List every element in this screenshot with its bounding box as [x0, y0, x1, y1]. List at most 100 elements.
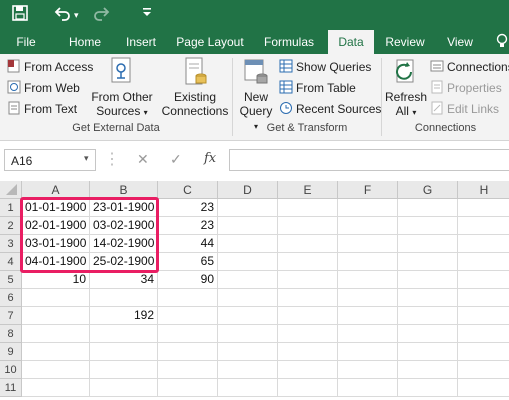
cell-c11[interactable] — [158, 379, 218, 397]
cell-f6[interactable] — [338, 289, 398, 307]
cell-c1[interactable]: 23 — [158, 199, 218, 217]
cell-d7[interactable] — [218, 307, 278, 325]
tab-view[interactable]: View — [438, 30, 482, 54]
connections-button[interactable]: Connections — [430, 58, 509, 76]
cell-g10[interactable] — [398, 361, 458, 379]
row-header[interactable]: 9 — [0, 343, 22, 361]
cell-h3[interactable] — [458, 235, 509, 253]
cell-e9[interactable] — [278, 343, 338, 361]
row-header[interactable]: 2 — [0, 217, 22, 235]
cell-e7[interactable] — [278, 307, 338, 325]
recent-sources-button[interactable]: Recent Sources — [279, 100, 381, 118]
cell-f10[interactable] — [338, 361, 398, 379]
insert-function-icon[interactable]: fx — [204, 151, 216, 166]
cell-f8[interactable] — [338, 325, 398, 343]
cell-h2[interactable] — [458, 217, 509, 235]
enter-icon[interactable]: ✓ — [170, 151, 182, 168]
cell-c4[interactable]: 65 — [158, 253, 218, 271]
column-header-g[interactable]: G — [398, 181, 458, 199]
from-web-button[interactable]: From Web — [7, 79, 80, 97]
tab-review[interactable]: Review — [380, 30, 430, 54]
formula-input[interactable] — [229, 149, 509, 171]
row-header[interactable]: 3 — [0, 235, 22, 253]
undo-icon[interactable] — [54, 5, 72, 27]
cell-d11[interactable] — [218, 379, 278, 397]
cell-c2[interactable]: 23 — [158, 217, 218, 235]
existing-connections-button[interactable]: Existing Connections — [160, 56, 230, 118]
cell-a7[interactable] — [22, 307, 90, 325]
cell-h9[interactable] — [458, 343, 509, 361]
tab-home[interactable]: Home — [62, 30, 108, 54]
row-header[interactable]: 1 — [0, 199, 22, 217]
cell-e2[interactable] — [278, 217, 338, 235]
cell-g7[interactable] — [398, 307, 458, 325]
cell-e10[interactable] — [278, 361, 338, 379]
tab-data[interactable]: Data — [328, 30, 374, 54]
column-header-h[interactable]: H — [458, 181, 509, 199]
from-table-button[interactable]: From Table — [279, 79, 356, 97]
cell-d5[interactable] — [218, 271, 278, 289]
cell-h10[interactable] — [458, 361, 509, 379]
cell-b8[interactable] — [90, 325, 158, 343]
row-header[interactable]: 4 — [0, 253, 22, 271]
cell-b9[interactable] — [90, 343, 158, 361]
cell-h5[interactable] — [458, 271, 509, 289]
cell-e3[interactable] — [278, 235, 338, 253]
cell-d3[interactable] — [218, 235, 278, 253]
cell-c7[interactable] — [158, 307, 218, 325]
cell-g4[interactable] — [398, 253, 458, 271]
name-box-dropdown-icon[interactable]: ▾ — [84, 153, 89, 164]
row-header[interactable]: 6 — [0, 289, 22, 307]
tab-page-layout[interactable]: Page Layout — [174, 30, 246, 54]
row-header[interactable]: 7 — [0, 307, 22, 325]
column-header-c[interactable]: C — [158, 181, 218, 199]
row-header[interactable]: 10 — [0, 361, 22, 379]
cell-g1[interactable] — [398, 199, 458, 217]
cell-d6[interactable] — [218, 289, 278, 307]
cell-b6[interactable] — [90, 289, 158, 307]
cell-f3[interactable] — [338, 235, 398, 253]
cell-g5[interactable] — [398, 271, 458, 289]
cell-c5[interactable]: 90 — [158, 271, 218, 289]
cell-g3[interactable] — [398, 235, 458, 253]
cell-d9[interactable] — [218, 343, 278, 361]
cell-g8[interactable] — [398, 325, 458, 343]
tab-formulas[interactable]: Formulas — [258, 30, 320, 54]
cell-d4[interactable] — [218, 253, 278, 271]
cell-f11[interactable] — [338, 379, 398, 397]
cell-a8[interactable] — [22, 325, 90, 343]
show-queries-button[interactable]: Show Queries — [279, 58, 371, 76]
cell-c3[interactable]: 44 — [158, 235, 218, 253]
customize-icon[interactable] — [142, 5, 152, 25]
cell-g11[interactable] — [398, 379, 458, 397]
cell-a5[interactable]: 10 — [22, 271, 90, 289]
cell-c6[interactable] — [158, 289, 218, 307]
cell-e4[interactable] — [278, 253, 338, 271]
cell-h6[interactable] — [458, 289, 509, 307]
cell-g2[interactable] — [398, 217, 458, 235]
select-all-corner[interactable] — [0, 181, 22, 199]
cell-f2[interactable] — [338, 217, 398, 235]
column-header-f[interactable]: F — [338, 181, 398, 199]
cancel-icon[interactable]: ✕ — [137, 151, 149, 168]
cell-d1[interactable] — [218, 199, 278, 217]
lightbulb-icon[interactable] — [494, 30, 509, 54]
cell-d10[interactable] — [218, 361, 278, 379]
cell-a11[interactable] — [22, 379, 90, 397]
cell-h4[interactable] — [458, 253, 509, 271]
cell-b11[interactable] — [90, 379, 158, 397]
tab-file[interactable]: File — [8, 30, 44, 54]
from-other-sources-button[interactable]: From Other Sources ▾ — [90, 56, 154, 120]
cell-h1[interactable] — [458, 199, 509, 217]
cell-f7[interactable] — [338, 307, 398, 325]
row-header[interactable]: 11 — [0, 379, 22, 397]
cell-e6[interactable] — [278, 289, 338, 307]
column-header-d[interactable]: D — [218, 181, 278, 199]
cell-a9[interactable] — [22, 343, 90, 361]
cell-d8[interactable] — [218, 325, 278, 343]
cell-e8[interactable] — [278, 325, 338, 343]
cell-h7[interactable] — [458, 307, 509, 325]
cell-h11[interactable] — [458, 379, 509, 397]
name-box[interactable]: A16 — [4, 149, 96, 171]
cell-e11[interactable] — [278, 379, 338, 397]
